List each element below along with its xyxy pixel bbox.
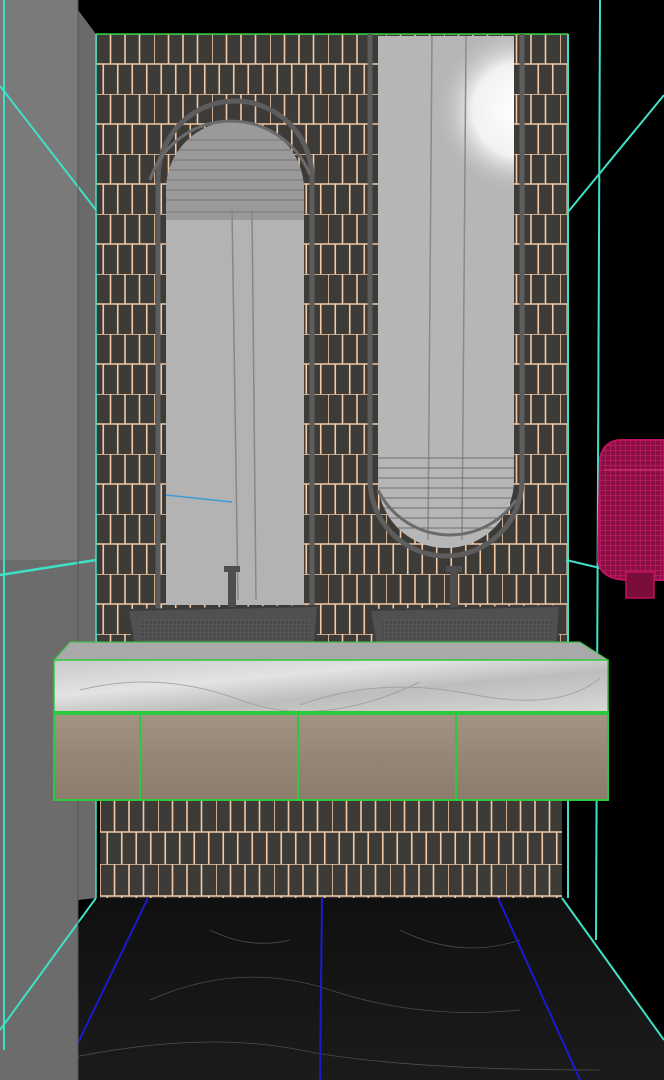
viewport-3d-scene[interactable] [0,0,664,1080]
arched-mirror-left[interactable] [148,98,315,610]
left-wall [0,0,97,1080]
marble-countertop[interactable] [52,641,610,713]
hand-dryer[interactable] [596,439,664,599]
tile-wall-lower [100,800,562,900]
vanity-cabinet [53,711,609,801]
